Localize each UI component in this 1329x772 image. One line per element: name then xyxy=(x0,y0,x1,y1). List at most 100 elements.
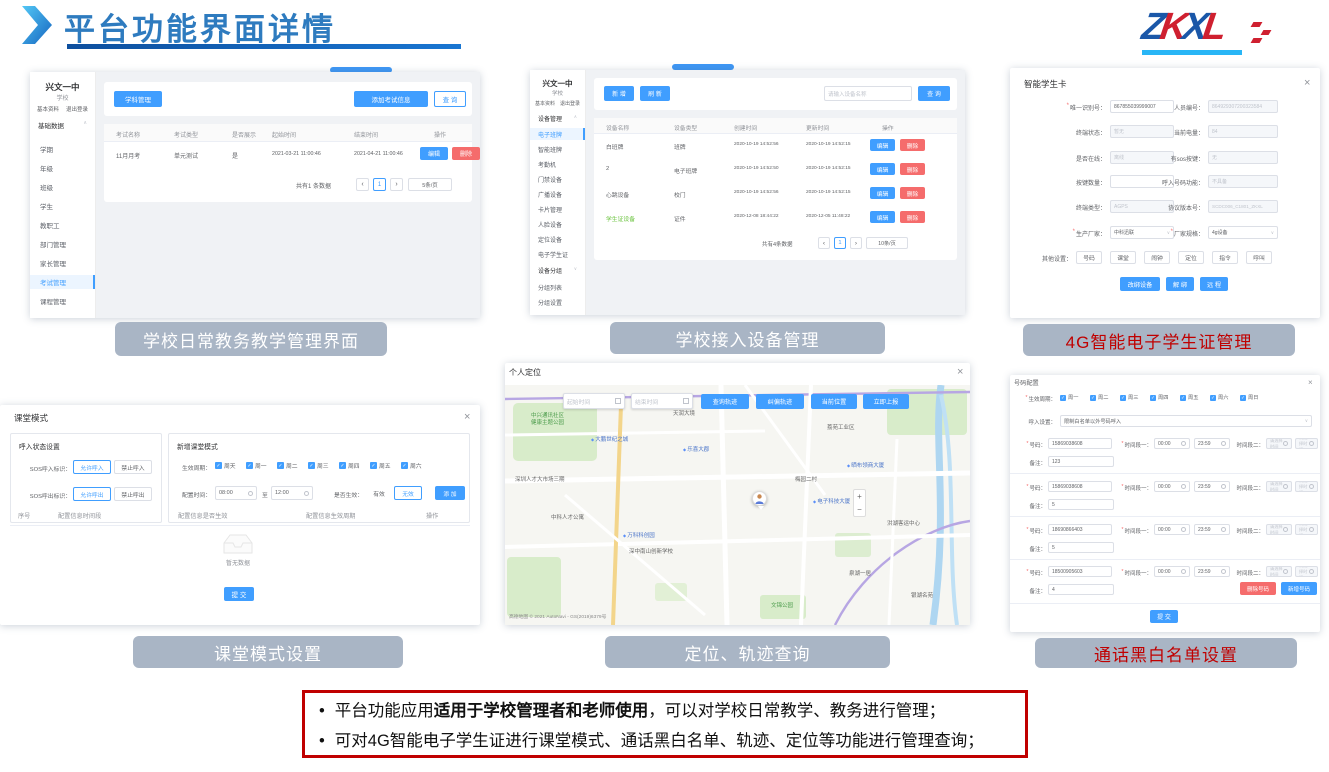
sidebar-item[interactable]: 考勤机 xyxy=(530,158,585,170)
deny-callout-button[interactable]: 禁止呼出 xyxy=(114,487,152,501)
tab-logout[interactable]: 退出登录 xyxy=(560,100,580,107)
current-position-button[interactable]: 当前位置 xyxy=(811,394,857,409)
allow-callin-button[interactable]: 允许呼入 xyxy=(73,460,111,474)
start-time-input[interactable]: 08:00 xyxy=(215,486,257,500)
callin-mode-select[interactable]: 限制白名单以外号码呼入∨ xyxy=(1060,415,1312,427)
period2-start-input[interactable]: 请选择时间 xyxy=(1266,481,1292,492)
submit-button[interactable]: 提 交 xyxy=(224,587,254,601)
menu-section-label[interactable]: 设备分组 xyxy=(538,266,562,275)
effective-no-button[interactable]: 无效 xyxy=(394,486,422,500)
sidebar-item[interactable]: 卡片管理 xyxy=(530,203,585,215)
page-prev-button[interactable]: ‹ xyxy=(818,237,830,249)
sidebar-item[interactable]: 班级 xyxy=(30,180,95,194)
period2-end-input[interactable]: 请选择时间 xyxy=(1295,524,1318,535)
device-search-input[interactable]: 请输入设备名称 xyxy=(824,86,912,101)
setting-class-button[interactable]: 课堂 xyxy=(1110,251,1136,264)
period1-end-input[interactable]: 23:59 xyxy=(1194,524,1230,535)
page-next-button[interactable]: › xyxy=(850,237,862,249)
zoom-in-icon[interactable]: + xyxy=(857,490,862,503)
sidebar-item[interactable]: 人脸设备 xyxy=(530,218,585,230)
page-number[interactable]: 1 xyxy=(834,237,846,249)
period1-end-input[interactable]: 23:59 xyxy=(1194,481,1230,492)
sidebar-item[interactable]: 定位设备 xyxy=(530,233,585,245)
page-size-select[interactable]: 10条/页 xyxy=(866,237,908,249)
spec-select[interactable]: 4g设备∨ xyxy=(1208,226,1278,239)
day-checkbox[interactable]: ✓周日 xyxy=(1240,394,1258,401)
period1-end-input[interactable]: 23:59 xyxy=(1194,438,1230,449)
day-checkbox[interactable]: ✓周二 xyxy=(277,461,298,470)
day-checkbox[interactable]: ✓周一 xyxy=(246,461,267,470)
delete-button[interactable]: 删除 xyxy=(452,147,480,160)
period2-end-input[interactable]: 请选择时间 xyxy=(1295,481,1318,492)
edit-button[interactable]: 编辑 xyxy=(870,139,895,151)
day-checkbox[interactable]: ✓周五 xyxy=(370,461,391,470)
period1-start-input[interactable]: 00:00 xyxy=(1154,566,1190,577)
sidebar-item[interactable]: 年级 xyxy=(30,161,95,175)
day-checkbox[interactable]: ✓周六 xyxy=(1210,394,1228,401)
sidebar-item[interactable]: 部门管理 xyxy=(30,237,95,251)
allow-callout-button[interactable]: 允许呼出 xyxy=(73,487,111,501)
period2-start-input[interactable]: 请选择时间 xyxy=(1266,566,1292,577)
setting-locate-button[interactable]: 定位 xyxy=(1178,251,1204,264)
add-button[interactable]: 添 加 xyxy=(435,486,465,500)
menu-section-label[interactable]: 设备管理 xyxy=(538,114,562,123)
tab-profile[interactable]: 基本资料 xyxy=(535,100,555,107)
period1-start-input[interactable]: 00:00 xyxy=(1154,438,1190,449)
end-time-input[interactable]: 12:00 xyxy=(271,486,313,500)
phone-number-input[interactable]: 15869038608 xyxy=(1048,438,1112,449)
day-checkbox[interactable]: ✓周二 xyxy=(1090,394,1108,401)
page-next-button[interactable]: › xyxy=(390,178,403,191)
deny-callin-button[interactable]: 禁止呼入 xyxy=(114,460,152,474)
sidebar-item-selected[interactable]: 考试管理 xyxy=(30,275,95,289)
note-input[interactable]: 4 xyxy=(1048,584,1114,595)
phone-number-input[interactable]: 18500905603 xyxy=(1048,566,1112,577)
add-device-button[interactable]: 新 增 xyxy=(604,86,634,101)
period2-end-input[interactable]: 请选择时间 xyxy=(1295,438,1318,449)
zoom-out-icon[interactable]: − xyxy=(857,503,862,516)
tab-profile[interactable]: 基本资料 xyxy=(37,105,59,113)
day-checkbox[interactable]: ✓周三 xyxy=(1120,394,1138,401)
menu-section-label[interactable]: 基础数据 xyxy=(38,120,64,130)
close-icon[interactable]: × xyxy=(1304,78,1310,88)
day-checkbox[interactable]: ✓周三 xyxy=(308,461,329,470)
close-icon[interactable]: × xyxy=(464,412,470,422)
edit-button[interactable]: 编辑 xyxy=(870,211,895,223)
day-checkbox[interactable]: ✓周四 xyxy=(1150,394,1168,401)
note-input[interactable]: 123 xyxy=(1048,456,1114,467)
note-input[interactable]: 5 xyxy=(1048,499,1114,510)
phone-number-input[interactable]: 18690866403 xyxy=(1048,524,1112,535)
delete-button[interactable]: 删除 xyxy=(900,163,925,175)
remote-button[interactable]: 远 程 xyxy=(1200,277,1228,291)
day-checkbox[interactable]: ✓周六 xyxy=(401,461,422,470)
note-input[interactable]: 5 xyxy=(1048,542,1114,553)
add-number-button[interactable]: 新增号码 xyxy=(1281,582,1317,595)
sidebar-item[interactable]: 电子学生证 xyxy=(530,248,585,260)
period1-end-input[interactable]: 23:59 xyxy=(1194,566,1230,577)
map-canvas[interactable]: 中兴通讯社区 健康主题公园 天润大境 大鹏世纪之城 乐喜大郡 荔苑工业区 晒布领… xyxy=(505,385,970,625)
query-track-button[interactable]: 查询轨迹 xyxy=(701,394,749,409)
unbind-button[interactable]: 解 绑 xyxy=(1166,277,1194,291)
day-checkbox[interactable]: ✓周四 xyxy=(339,461,360,470)
period2-start-input[interactable]: 请选择时间 xyxy=(1266,438,1292,449)
edit-button[interactable]: 编辑 xyxy=(420,147,448,160)
edit-button[interactable]: 编辑 xyxy=(870,163,895,175)
page-number[interactable]: 1 xyxy=(373,178,386,191)
sidebar-item[interactable]: 分组列表 xyxy=(530,281,585,293)
sidebar-item[interactable]: 分组设置 xyxy=(530,296,585,308)
person-marker[interactable] xyxy=(752,491,767,506)
period2-end-input[interactable]: 请选择时间 xyxy=(1295,566,1318,577)
close-icon[interactable]: × xyxy=(957,367,963,377)
setting-command-button[interactable]: 指令 xyxy=(1212,251,1238,264)
sidebar-item[interactable]: 门禁设备 xyxy=(530,173,585,185)
query-button[interactable]: 查 询 xyxy=(434,91,466,107)
setting-alarm-button[interactable]: 闹钟 xyxy=(1144,251,1170,264)
delete-number-button[interactable]: 删除号码 xyxy=(1240,582,1276,595)
tab-logout[interactable]: 退出登录 xyxy=(66,105,88,113)
end-time-input[interactable]: 结束时间 xyxy=(631,393,693,409)
zoom-control[interactable]: + − xyxy=(853,489,866,517)
period1-start-input[interactable]: 00:00 xyxy=(1154,524,1190,535)
sidebar-item[interactable]: 智能班牌 xyxy=(530,143,585,155)
start-time-input[interactable]: 起始时间 xyxy=(563,393,625,409)
add-exam-button[interactable]: 添加考试信息 xyxy=(354,91,428,107)
edit-button[interactable]: 编辑 xyxy=(870,187,895,199)
